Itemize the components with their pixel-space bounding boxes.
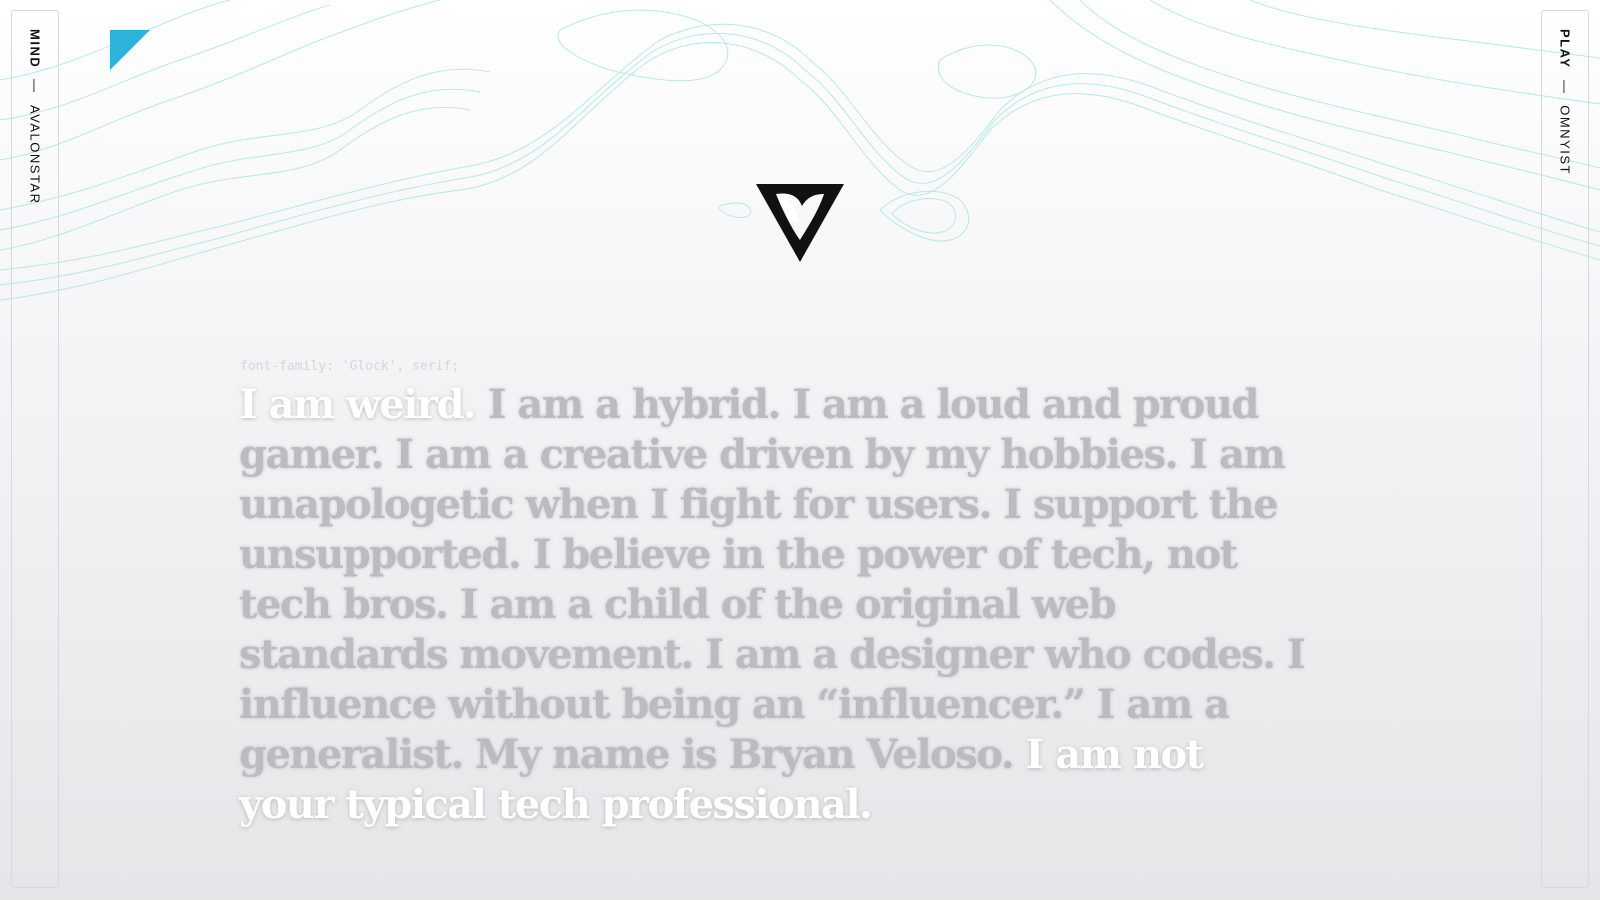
right-nav-rail[interactable]: PLAY — OMNYIST: [1541, 10, 1589, 888]
topographic-background: [0, 0, 1600, 301]
right-rail-link[interactable]: PLAY — OMNYIST: [1558, 29, 1573, 175]
left-rail-title: MIND: [27, 29, 43, 69]
right-rail-title: PLAY: [1557, 29, 1573, 69]
left-rail-link[interactable]: MIND — AVALONSTAR: [28, 29, 43, 205]
code-hint: font-family: 'Glock', serif;: [240, 359, 460, 374]
left-nav-rail[interactable]: MIND — AVALONSTAR: [11, 10, 59, 888]
triangle-flag-icon[interactable]: [110, 30, 150, 70]
manifesto-lead: I am weird.: [239, 381, 477, 428]
left-rail-label: AVALONSTAR: [27, 104, 43, 205]
right-rail-label: OMNYIST: [1557, 105, 1573, 175]
right-rail-dash: —: [1557, 79, 1573, 95]
v-monogram-logo[interactable]: [756, 184, 844, 266]
manifesto-text: I am weird. I am a hybrid. I am a loud a…: [239, 380, 1309, 830]
left-rail-dash: —: [27, 79, 43, 94]
manifesto-body: I am a hybrid. I am a loud and proud gam…: [239, 381, 1306, 778]
